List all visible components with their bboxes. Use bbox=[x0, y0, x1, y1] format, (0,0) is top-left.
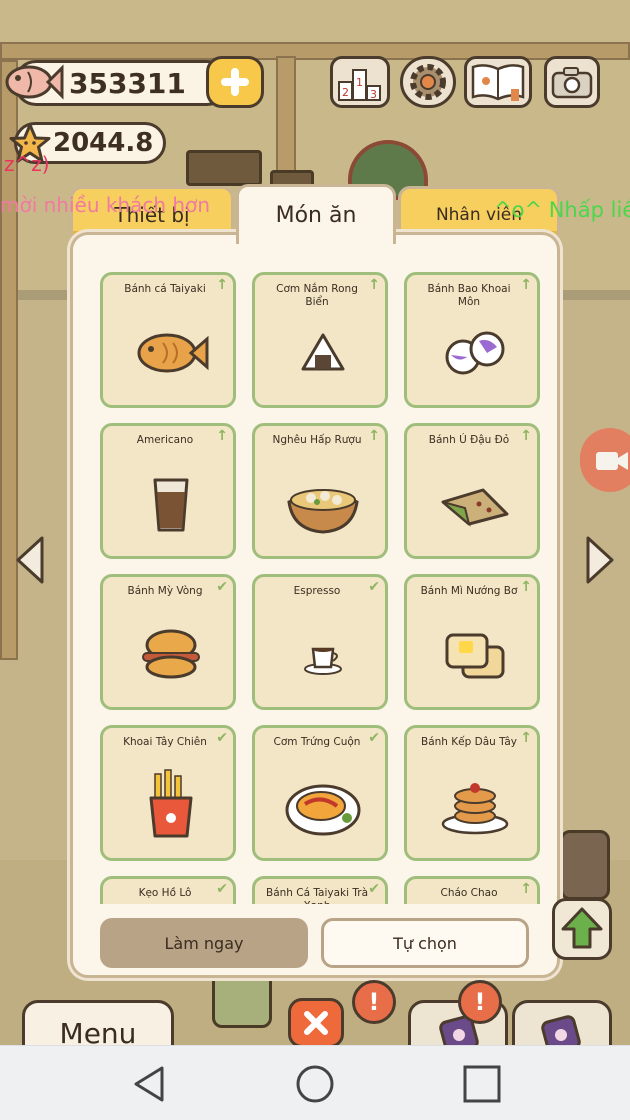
fish-bone-sign bbox=[186, 150, 262, 186]
video-camera-icon bbox=[596, 452, 628, 470]
system-navigation-bar bbox=[0, 1045, 630, 1120]
steamed-clams-icon bbox=[287, 489, 359, 534]
camera-icon bbox=[551, 67, 593, 99]
menu-item-card[interactable]: Bánh Bao Khoai Môn ↑ bbox=[404, 272, 540, 408]
menu-item-name: Bánh Cá Taiyaki Trà Xanh bbox=[265, 887, 369, 904]
menu-item-name: Khoai Tây Chiên bbox=[123, 736, 207, 748]
tab-food[interactable]: Món ăn bbox=[236, 184, 396, 244]
menu-item-name: Nghêu Hấp Rượu bbox=[272, 434, 362, 446]
menu-item-card[interactable]: Bánh Kếp Dâu Tây ↑ bbox=[404, 725, 540, 861]
menu-item-card[interactable]: Bánh Mỳ Vòng ✔ bbox=[100, 574, 236, 710]
menu-item-card[interactable]: Bánh Cá Taiyaki Trà Xanh ✔ bbox=[252, 876, 388, 904]
butter-toast-icon bbox=[445, 633, 505, 679]
close-panel-button[interactable] bbox=[288, 998, 344, 1048]
menu-item-name: Cháo Chao bbox=[440, 887, 498, 899]
taro-bun-icon bbox=[445, 331, 505, 375]
menu-item-name: Cơm Nắm Rong Biển bbox=[276, 283, 358, 308]
menu-item-name: Americano bbox=[136, 434, 194, 446]
menu-item-name: Kẹo Hồ Lô bbox=[138, 887, 192, 899]
menu-item-card[interactable]: Khoai Tây Chiên ✔ bbox=[100, 725, 236, 861]
menu-item-card[interactable]: Espresso ✔ bbox=[252, 574, 388, 710]
checkmark-icon: ✔ bbox=[368, 579, 380, 595]
menu-item-name: Bánh cá Taiyaki bbox=[124, 283, 206, 295]
buy-fish-button[interactable] bbox=[206, 56, 264, 108]
svg-text:1: 1 bbox=[356, 76, 363, 89]
menu-item-card[interactable]: Cơm Nắm Rong Biển ↑ bbox=[252, 272, 388, 408]
upgrade-arrow-icon: ↑ bbox=[520, 579, 532, 595]
menu-item-name: Espresso bbox=[293, 585, 341, 597]
red-bean-dumpling-icon bbox=[441, 488, 509, 527]
checkmark-icon: ✔ bbox=[216, 881, 228, 897]
marquee-text-right: ^o^ Nhấp liề bbox=[494, 198, 630, 222]
recent-apps-square-icon[interactable] bbox=[462, 1064, 502, 1104]
menu-item-name: Bánh Mỳ Vòng bbox=[127, 585, 203, 597]
rice-ball-icon bbox=[301, 333, 345, 371]
upgrade-arrow-icon: ↑ bbox=[520, 730, 532, 746]
menu-item-card[interactable]: Americano ↑ bbox=[100, 423, 236, 559]
menu-item-name: Bánh Bao Khoai Môn bbox=[427, 283, 511, 308]
upgrade-shop-button[interactable] bbox=[552, 898, 612, 960]
menu-item-card[interactable]: Nghêu Hấp Rượu ↑ bbox=[252, 423, 388, 559]
camera-button[interactable] bbox=[544, 56, 600, 108]
open-book-icon bbox=[471, 64, 525, 101]
strawberry-pancake-icon bbox=[441, 783, 509, 835]
fish-icon bbox=[5, 64, 64, 100]
close-icon bbox=[304, 1011, 328, 1035]
upgrade-arrow-icon: ↑ bbox=[520, 881, 532, 897]
checkmark-icon: ✔ bbox=[368, 730, 380, 746]
ceiling-beam bbox=[0, 42, 630, 60]
cookbook-button[interactable] bbox=[464, 56, 532, 108]
alert-badge[interactable]: ! bbox=[352, 980, 396, 1024]
ranking-icon: 2 1 3 bbox=[338, 69, 381, 101]
menu-item-card[interactable]: Cháo Chao ↑ bbox=[404, 876, 540, 904]
marquee-fragment: z^z) bbox=[4, 152, 50, 176]
menu-item-card[interactable]: Bánh cá Taiyaki ↑ bbox=[100, 272, 236, 408]
menu-item-card[interactable]: Bánh Mì Nướng Bơ ↑ bbox=[404, 574, 540, 710]
menu-item-name: Bánh Kếp Dâu Tây bbox=[421, 736, 517, 748]
menu-item-name: Cơm Trứng Cuộn bbox=[273, 736, 361, 748]
taiyaki-fish-cake-icon bbox=[137, 333, 209, 373]
svg-text:3: 3 bbox=[370, 88, 377, 101]
marquee-text-left: mời nhiều khách hơn bbox=[0, 193, 211, 217]
svg-text:2: 2 bbox=[342, 86, 349, 99]
upgrade-arrow-icon: ↑ bbox=[368, 428, 380, 444]
crate bbox=[212, 972, 272, 1028]
make-now-button[interactable]: Làm ngay bbox=[100, 918, 308, 968]
menu-item-card[interactable]: Cơm Trứng Cuộn ✔ bbox=[252, 725, 388, 861]
upgrade-arrow-icon: ↑ bbox=[520, 428, 532, 444]
upgrade-arrow-icon: ↑ bbox=[368, 277, 380, 293]
back-triangle-icon[interactable] bbox=[130, 1064, 170, 1104]
menu-item-card[interactable]: Kẹo Hồ Lô ✔ bbox=[100, 876, 236, 904]
home-circle-icon[interactable] bbox=[295, 1064, 335, 1104]
espresso-cup-icon bbox=[304, 647, 342, 675]
checkmark-icon: ✔ bbox=[216, 730, 228, 746]
menu-grid[interactable]: Bánh cá Taiyaki ↑ Cơm Nắm Rong Biển ↑ Bá… bbox=[86, 262, 546, 904]
tab-food-label: Món ăn bbox=[275, 203, 357, 228]
checkmark-icon: ✔ bbox=[368, 881, 380, 897]
menu-item-card[interactable]: Bánh Ú Đậu Đỏ ↑ bbox=[404, 423, 540, 559]
fish-count: 353311 bbox=[69, 66, 186, 100]
settings-button[interactable] bbox=[400, 56, 456, 108]
checkmark-icon: ✔ bbox=[216, 579, 228, 595]
barrel bbox=[560, 830, 610, 900]
next-page-arrow-icon[interactable] bbox=[582, 534, 618, 586]
bagel-sandwich-icon bbox=[142, 629, 200, 679]
upgrade-arrow-icon: ↑ bbox=[216, 428, 228, 444]
alert-badge[interactable]: ! bbox=[458, 980, 502, 1024]
menu-item-name: Bánh Ú Đậu Đỏ bbox=[428, 434, 510, 446]
video-reward-badge[interactable] bbox=[580, 428, 630, 492]
menu-item-name: Bánh Mì Nướng Bơ bbox=[420, 585, 518, 597]
up-arrow-icon bbox=[561, 907, 603, 949]
french-fries-icon bbox=[149, 769, 193, 838]
gear-icon bbox=[410, 64, 446, 100]
upgrade-arrow-icon: ↑ bbox=[520, 277, 532, 293]
leaderboard-button[interactable]: 2 1 3 bbox=[330, 56, 390, 108]
previous-page-arrow-icon[interactable] bbox=[12, 534, 48, 586]
star-count: 2044.8 bbox=[53, 128, 154, 158]
plus-icon bbox=[221, 68, 249, 96]
custom-select-button[interactable]: Tự chọn bbox=[321, 918, 529, 968]
iced-coffee-icon bbox=[153, 478, 189, 532]
upgrade-arrow-icon: ↑ bbox=[216, 277, 228, 293]
omurice-icon bbox=[285, 784, 361, 836]
